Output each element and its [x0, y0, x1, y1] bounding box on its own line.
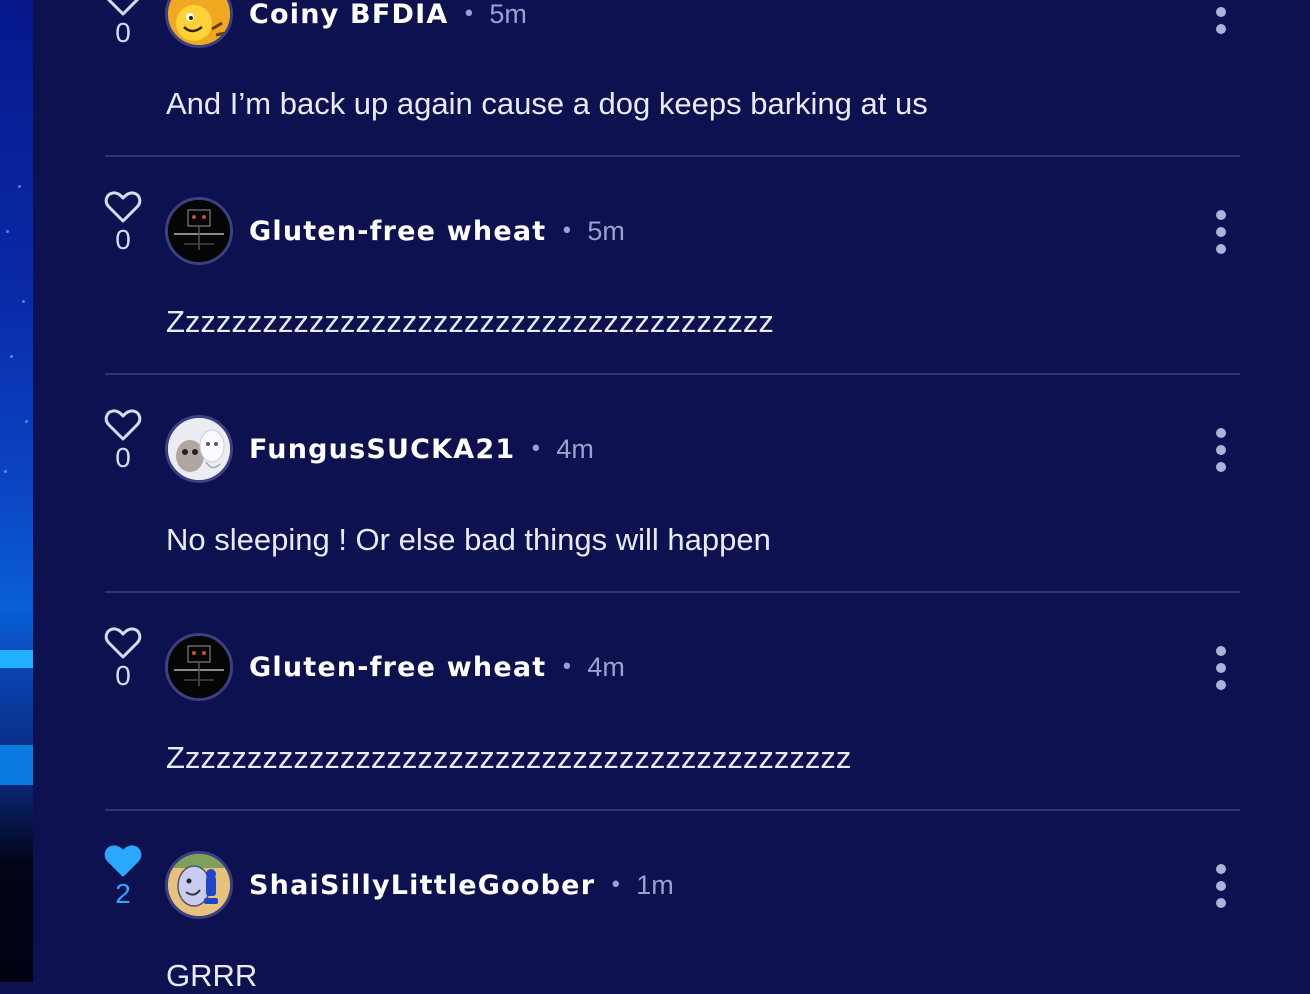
username-link[interactable]: ShaiSillyLittleGoober [249, 870, 595, 901]
like-count: 0 [115, 17, 131, 48]
separator-dot: • [609, 872, 623, 898]
comment-meta: FungusSUCKA21 • 4m [249, 429, 594, 469]
timestamp: 5m [587, 215, 625, 246]
comment-text: Zzzzzzzzzzzzzzzzzzzzzzzzzzzzzzzzzzzzzzz [166, 304, 774, 339]
timestamp: 4m [556, 433, 594, 464]
separator-dot: • [560, 218, 574, 244]
comment-meta: Gluten-free wheat • 5m [249, 211, 625, 251]
more-options-icon[interactable] [1207, 646, 1235, 690]
username-link[interactable]: Coiny BFDIA [249, 0, 448, 30]
comment-feed [33, 0, 1310, 982]
coiny-avatar-icon [168, 0, 230, 45]
dark-robot-avatar-icon [168, 200, 230, 262]
comment-meta: ShaiSillyLittleGoober • 1m [249, 865, 674, 905]
like-count: 0 [115, 660, 131, 691]
separator-dot: • [462, 1, 476, 27]
comment-meta: Gluten-free wheat • 4m [249, 647, 625, 687]
separator-dot: • [560, 654, 574, 680]
comment-text: GRRR [166, 958, 258, 993]
like-control[interactable]: 0 [104, 0, 142, 48]
like-control[interactable]: 0 [104, 407, 142, 473]
username-link[interactable]: FungusSUCKA21 [249, 434, 515, 465]
timestamp: 1m [636, 869, 674, 900]
like-count: 2 [115, 878, 131, 909]
white-creature-avatar-icon [168, 418, 230, 480]
separator-dot: • [529, 436, 543, 462]
divider [105, 155, 1240, 157]
more-options-icon[interactable] [1207, 210, 1235, 254]
comment-meta: Coiny BFDIA • 5m [249, 0, 527, 34]
avatar[interactable] [165, 415, 233, 483]
username-link[interactable]: Gluten-free wheat [249, 652, 546, 683]
avatar[interactable] [165, 633, 233, 701]
heart-outline-icon[interactable] [104, 189, 142, 225]
divider [105, 591, 1240, 593]
divider [105, 809, 1240, 811]
like-control[interactable]: 0 [104, 625, 142, 691]
heart-outline-icon[interactable] [104, 0, 142, 18]
dark-robot-avatar-icon [168, 636, 230, 698]
more-options-icon[interactable] [1207, 428, 1235, 472]
like-control[interactable]: 0 [104, 189, 142, 255]
timestamp: 4m [587, 651, 625, 682]
divider [105, 373, 1240, 375]
timestamp: 5m [489, 0, 527, 29]
more-options-icon[interactable] [1207, 864, 1235, 908]
more-options-icon[interactable] [1207, 0, 1235, 34]
heart-outline-icon[interactable] [104, 407, 142, 443]
background-sidebar-strip [0, 0, 33, 982]
blue-character-avatar-icon [168, 854, 230, 916]
like-control[interactable]: 2 [104, 843, 142, 909]
comment-text: Zzzzzzzzzzzzzzzzzzzzzzzzzzzzzzzzzzzzzzzz… [166, 740, 852, 775]
heart-outline-icon[interactable] [104, 625, 142, 661]
heart-filled-icon[interactable] [104, 843, 142, 879]
comment-text: No sleeping ! Or else bad things will ha… [166, 522, 771, 557]
like-count: 0 [115, 224, 131, 255]
avatar[interactable] [165, 197, 233, 265]
like-count: 0 [115, 442, 131, 473]
username-link[interactable]: Gluten-free wheat [249, 216, 546, 247]
comment-text: And I’m back up again cause a dog keeps … [166, 86, 928, 121]
avatar[interactable] [165, 851, 233, 919]
